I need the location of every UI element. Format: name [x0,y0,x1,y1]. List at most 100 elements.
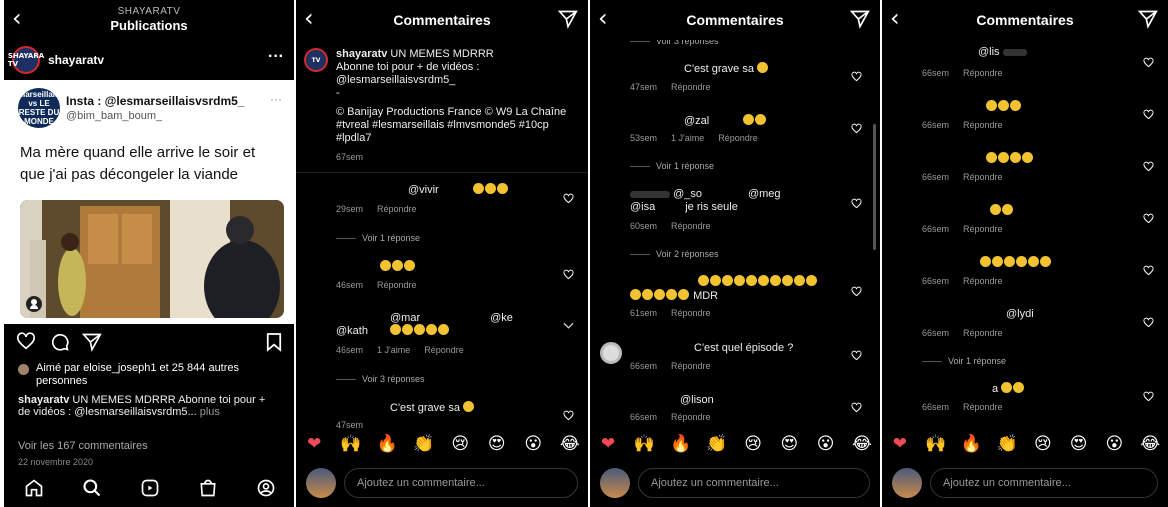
heart-eyes-emoji[interactable]: 😍 [1069,434,1089,454]
scrollbar[interactable] [873,124,876,250]
heart-emoji[interactable]: ❤ [890,434,910,454]
mention[interactable]: @lydi [1006,308,1034,320]
mention[interactable]: @kath [336,325,368,337]
mention[interactable]: @ke [490,312,513,324]
heart-emoji[interactable]: ❤ [304,434,324,454]
more-options-icon[interactable]: ··· [268,48,284,66]
share-icon[interactable] [1138,9,1158,29]
shop-icon[interactable] [198,478,218,498]
clap-emoji[interactable]: 👏 [413,434,434,454]
view-replies-link[interactable]: Voir 3 réponses [336,374,425,384]
heart-eyes-emoji[interactable]: 😍 [487,434,507,454]
raised-hands-emoji[interactable]: 🙌 [340,434,361,454]
caption-user[interactable]: shayaratv [18,394,69,406]
reels-icon[interactable] [140,478,160,498]
comment-input[interactable]: Ajoutez un commentaire... [638,468,870,498]
share-icon[interactable] [850,9,870,29]
mention[interactable]: @mar [390,312,420,324]
mention[interactable]: @_so [673,188,702,200]
raised-hands-emoji[interactable]: 🙌 [634,434,655,454]
surprised-emoji[interactable]: 😮 [1104,434,1124,454]
reply-link[interactable]: Répondre [377,280,417,290]
bookmark-icon[interactable] [266,332,282,352]
reply-link[interactable]: Répondre [671,361,711,371]
comment-like-icon[interactable] [851,402,862,413]
likes-summary[interactable]: Aimé par eloise_joseph1 et 25 844 autres… [18,362,278,388]
reply-link[interactable]: Répondre [963,224,1003,234]
comment-like-icon[interactable] [1143,161,1154,172]
reply-link[interactable]: Répondre [671,221,711,231]
crying-emoji[interactable]: 😢 [450,434,470,454]
avatar[interactable]: TV [304,48,328,72]
mention[interactable]: @vivir [408,184,439,196]
home-icon[interactable] [24,478,44,498]
comment-like-icon[interactable] [851,286,862,297]
clap-emoji[interactable]: 👏 [997,434,1018,454]
mention[interactable]: @zal [684,115,709,127]
laughing-emoji[interactable]: 😂 [852,434,872,454]
comment-like-icon[interactable] [1143,213,1154,224]
crying-emoji[interactable]: 😢 [743,434,763,454]
heart-eyes-emoji[interactable]: 😍 [779,434,799,454]
reply-link[interactable]: Répondre [963,276,1003,286]
raised-hands-emoji[interactable]: 🙌 [925,434,946,454]
comment-like-icon[interactable] [563,410,574,421]
reply-link[interactable]: Répondre [963,120,1003,130]
reply-link[interactable]: Répondre [424,345,464,355]
mention[interactable]: @lis [978,46,1000,58]
chevron-down-icon[interactable] [563,322,574,330]
comment-like-icon[interactable] [851,350,862,361]
caption-user[interactable]: shayaratv [336,48,387,60]
comment-like-icon[interactable] [1143,109,1154,120]
view-replies-link[interactable]: Voir 1 réponse [922,356,1006,366]
commenter-avatar[interactable] [600,342,622,364]
view-replies-link[interactable]: Voir 1 réponse [336,233,420,243]
view-replies-link[interactable]: Voir 2 réponses [630,249,719,259]
comment-like-icon[interactable] [851,123,862,134]
heart-emoji[interactable]: ❤ [598,434,618,454]
account-row[interactable]: SHAYARA TV shayaratv [8,46,104,74]
avatar[interactable]: SHAYARA TV [8,46,44,74]
reply-link[interactable]: Répondre [671,308,711,318]
comment-like-icon[interactable] [1143,391,1154,402]
mention[interactable]: @isa [630,201,655,213]
comment-like-icon[interactable] [851,198,862,209]
surprised-emoji[interactable]: 😮 [523,434,543,454]
reply-link[interactable]: Répondre [671,82,711,92]
share-icon[interactable] [82,332,102,352]
fire-emoji[interactable]: 🔥 [670,434,691,454]
comment-like-icon[interactable] [563,269,574,280]
reply-link[interactable]: Répondre [963,402,1003,412]
reply-link[interactable]: Répondre [718,133,758,143]
comment-like-icon[interactable] [851,71,862,82]
account-name[interactable]: shayaratv [48,53,104,67]
user-tag-icon[interactable] [26,296,42,312]
crying-emoji[interactable]: 😢 [1033,434,1053,454]
comment-like-icon[interactable] [1143,265,1154,276]
comment-input[interactable]: Ajoutez un commentaire... [930,468,1158,498]
reply-link[interactable]: Répondre [963,172,1003,182]
surprised-emoji[interactable]: 😮 [816,434,836,454]
view-replies-link[interactable]: Voir 1 réponse [630,161,714,171]
share-icon[interactable] [558,9,578,29]
reply-link[interactable]: Répondre [963,68,1003,78]
comment-input[interactable]: Ajoutez un commentaire... [344,468,578,498]
comment-icon[interactable] [50,332,70,352]
comment-like-icon[interactable] [563,193,574,204]
like-heart-icon[interactable] [16,332,36,350]
reply-link[interactable]: Répondre [671,412,711,422]
search-icon[interactable] [82,478,102,498]
reply-link[interactable]: Répondre [963,328,1003,338]
reply-link[interactable]: Répondre [377,204,417,214]
clap-emoji[interactable]: 👏 [706,434,727,454]
caption-more-link[interactable]: plus [197,406,220,418]
profile-icon[interactable] [256,478,276,498]
laughing-emoji[interactable]: 😂 [1140,434,1160,454]
view-all-comments-link[interactable]: Voir les 167 commentaires [18,440,148,452]
comment-like-icon[interactable] [1143,57,1154,68]
mention[interactable]: @meg [748,188,781,200]
mention[interactable]: @lison [680,394,714,406]
comment-like-icon[interactable] [1143,317,1154,328]
fire-emoji[interactable]: 🔥 [377,434,398,454]
laughing-emoji[interactable]: 😂 [560,434,580,454]
